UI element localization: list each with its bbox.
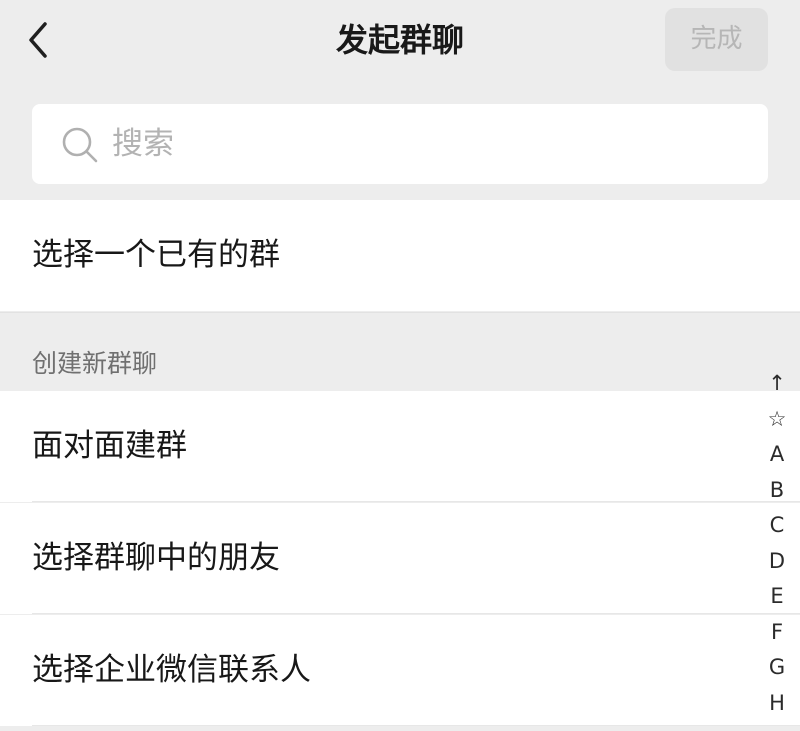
select-wecom-contacts-item[interactable]: 选择企业微信联系人	[0, 615, 800, 726]
search-icon	[62, 127, 98, 163]
index-star[interactable]: ☆	[755, 402, 799, 438]
index-letter-h[interactable]: H	[755, 686, 799, 722]
index-letter-e[interactable]: E	[755, 579, 799, 615]
done-button[interactable]: 完成	[665, 8, 768, 71]
select-friends-from-group-item[interactable]: 选择群聊中的朋友	[0, 503, 800, 614]
index-letter-a[interactable]: A	[755, 437, 799, 473]
divider	[32, 613, 800, 614]
divider	[32, 501, 800, 502]
index-letter-d[interactable]: D	[755, 544, 799, 580]
divider	[32, 725, 800, 726]
search-placeholder: 搜索	[112, 126, 174, 162]
select-existing-group-label: 选择一个已有的群	[32, 237, 280, 273]
alphabet-index-bar[interactable]: ↑ ☆ A B C D E F G H	[755, 366, 799, 721]
section-title: 创建新群聊	[32, 349, 158, 378]
face-to-face-group-item[interactable]: 面对面建群	[0, 391, 800, 502]
section-header-new-group: 创建新群聊	[0, 312, 800, 391]
index-letter-f[interactable]: F	[755, 615, 799, 651]
select-wecom-contacts-label: 选择企业微信联系人	[32, 652, 311, 688]
index-letter-g[interactable]: G	[755, 650, 799, 686]
select-existing-group-item[interactable]: 选择一个已有的群	[0, 200, 800, 311]
index-letter-b[interactable]: B	[755, 473, 799, 509]
navigation-bar: 发起群聊 完成	[0, 0, 800, 84]
select-friends-from-group-label: 选择群聊中的朋友	[32, 540, 280, 576]
index-letter-c[interactable]: C	[755, 508, 799, 544]
face-to-face-group-label: 面对面建群	[32, 428, 187, 464]
index-top-arrow[interactable]: ↑	[755, 366, 799, 402]
search-bar[interactable]: 搜索	[32, 104, 768, 184]
